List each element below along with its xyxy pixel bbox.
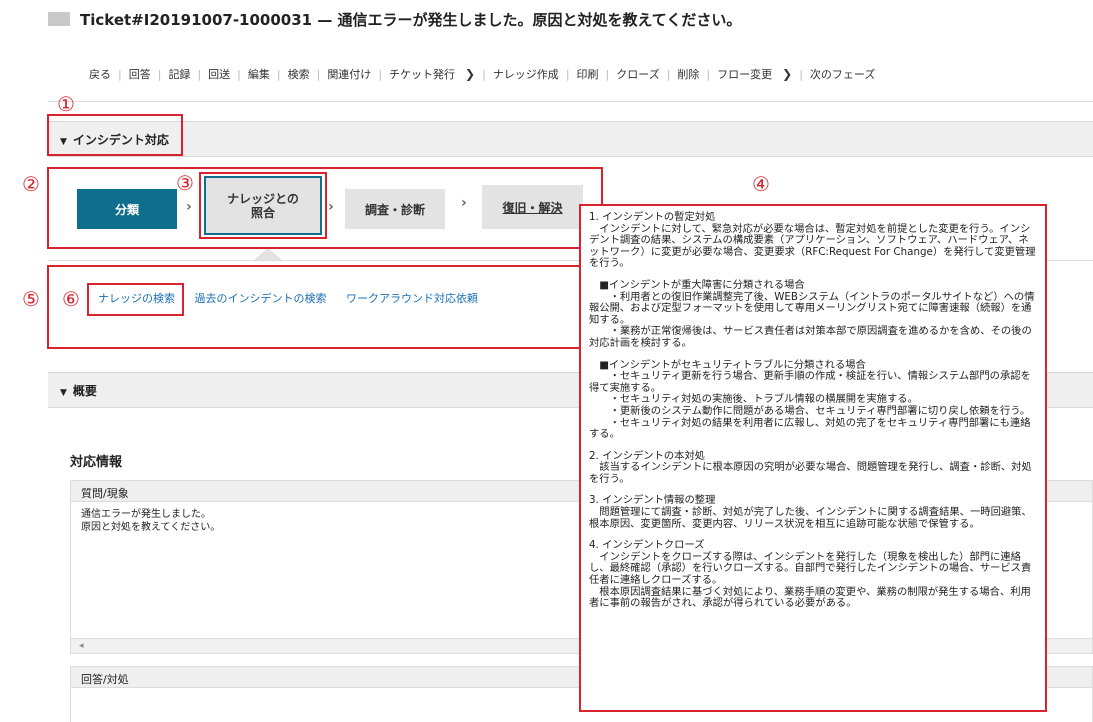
callout-line: 1. インシデントの暫定対処 (589, 211, 716, 223)
issue-ticket-button[interactable]: チケット発行 ❯ (382, 66, 482, 82)
callout-line: インシデントをクローズする際は、インシデントを発行した（現象を検出した）部門に連… (589, 550, 1032, 587)
callout-line: 問題管理にて調査・診断、対処が完了した後、インシデントに関する調査結果、一時回避… (589, 506, 1032, 530)
callout-line: インシデントに対して、緊急対応が必要な場合は、暫定対処を前提とした変更を行う。イ… (589, 222, 1036, 270)
callout-line: 該当するインシデントに根本原因の究明が必要な場合、問題管理を発行し、調査・診断、… (589, 461, 1032, 485)
create-knowledge-button[interactable]: ナレッジ作成 (486, 66, 566, 82)
forward-button[interactable]: 回送 (201, 66, 237, 82)
chevron-down-icon: ❯ (782, 67, 793, 81)
record-button[interactable]: 記録 (161, 66, 197, 82)
annotation-box-3 (199, 172, 327, 239)
scroll-left-icon[interactable]: ◂ (79, 641, 84, 651)
annotation-box-6 (87, 283, 184, 316)
search-button[interactable]: 検索 (281, 66, 317, 82)
marker-5: ⑤ (22, 287, 40, 311)
edit-button[interactable]: 編集 (241, 66, 277, 82)
callout-line: ・セキュリティ更新を行う場合、更新手順の作成・検証を行い、情報システム部門の承認… (589, 370, 1031, 394)
link-button[interactable]: 関連付け (320, 66, 378, 82)
back-button[interactable]: 戻る (82, 66, 118, 82)
callout-line: ・業務が正常復帰後は、サービス責任者は対策本部で原因調査を進めるかを含め、その後… (589, 325, 1032, 349)
annotation-box-1 (47, 114, 183, 156)
next-phase-button[interactable]: 次のフェーズ (803, 66, 882, 82)
callout-line: ■インシデントが重大障害に分類される場合 (589, 278, 805, 291)
marker-6: ⑥ (62, 287, 80, 311)
marker-4: ④ (752, 172, 770, 196)
page-title: Ticket#I20191007-1000031 — 通信エラーが発生しました。… (80, 11, 742, 29)
answer-button[interactable]: 回答 (122, 66, 158, 82)
callout-line: 根本原因調査結果に基づく対処により、業務手順の変更や、業務の制限が発生する場合、… (589, 585, 1031, 610)
title-marker (48, 12, 70, 26)
flow-change-button[interactable]: フロー変更 ❯ (710, 66, 799, 82)
marker-3: ③ (176, 171, 194, 195)
incident-section-header[interactable]: ▼ インシデント対応 (48, 121, 1093, 157)
print-button[interactable]: 印刷 (570, 66, 606, 82)
callout-line: ・更新後のシステム動作に問題がある場合、セキュリティ専門部署に切り戻し依頼を行う… (589, 404, 1031, 417)
chevron-down-icon: ❯ (465, 67, 476, 81)
toolbar: 戻る | 回答 | 記録 | 回送 | 編集 | 検索 | 関連付け | チケット発行 ❯ | ナ… (48, 46, 1093, 102)
collapse-triangle-icon: ▼ (60, 388, 67, 398)
callout-line: ・利用者との復旧作業調整完了後、WEBシステム（イントラのポータルサイトなど）へ… (589, 290, 1035, 326)
close-button[interactable]: クローズ (609, 66, 666, 82)
info-heading: 対応情報 (70, 455, 123, 470)
marker-1: ① (57, 92, 75, 116)
delete-button[interactable]: 削除 (670, 66, 706, 82)
marker-2: ② (22, 172, 40, 196)
active-step-pointer (254, 248, 282, 260)
callout-line: ・セキュリティ対処の結果を利用者に広報し、対処の完了をセキュリティ専門部署にも連… (589, 416, 1031, 441)
incident-procedure-callout: 1. インシデントの暫定対処 インシデントに対して、緊急対応が必要な場合は、暫定… (579, 204, 1047, 712)
